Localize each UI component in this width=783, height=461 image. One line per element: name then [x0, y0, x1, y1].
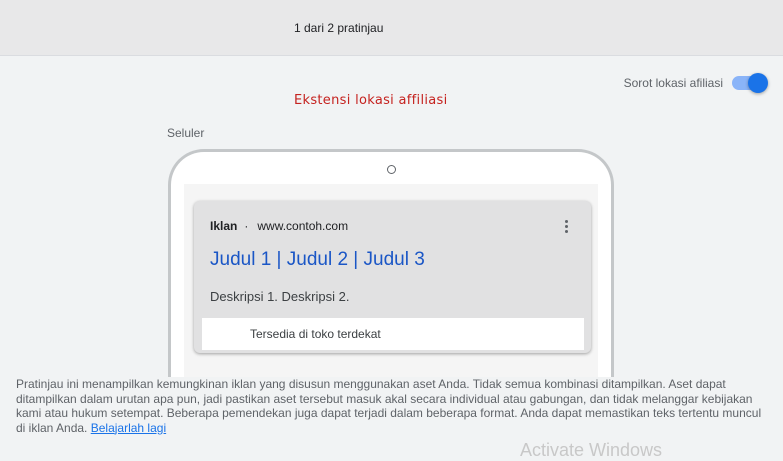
toggle-knob — [748, 73, 768, 93]
highlight-affiliate-toggle-row: Sorot lokasi afiliasi — [623, 72, 768, 94]
preview-count: 1 dari 2 pratinjau — [294, 21, 384, 35]
ad-badge: Iklan — [210, 219, 238, 233]
highlight-affiliate-toggle[interactable] — [732, 72, 768, 94]
camera-icon — [387, 165, 396, 174]
device-label: Seluler — [167, 126, 205, 140]
learn-more-link[interactable]: Belajarlah lagi — [91, 421, 166, 435]
preview-disclaimer: Pratinjau ini menampilkan kemungkinan ik… — [16, 377, 768, 435]
ad-headline: Judul 1 | Judul 2 | Judul 3 — [210, 249, 425, 270]
extension-annotation: Ekstensi lokasi affiliasi — [294, 93, 448, 108]
highlight-affiliate-label: Sorot lokasi afiliasi — [623, 76, 723, 90]
more-options-icon[interactable] — [565, 220, 569, 234]
ad-preview-card: Iklan · www.contoh.com Judul 1 | Judul 2 |… — [194, 201, 591, 353]
phone-frame: Iklan · www.contoh.com Judul 1 | Judul 2 |… — [168, 149, 614, 424]
ad-description: Deskripsi 1. Deskripsi 2. — [210, 289, 350, 304]
ad-display-url: www.contoh.com — [257, 219, 349, 233]
ad-separator: · — [244, 219, 249, 233]
location-extension: Tersedia di toko terdekat — [202, 318, 584, 350]
ad-header: Iklan · www.contoh.com — [210, 219, 348, 233]
preview-header: 1 dari 2 pratinjau — [0, 0, 783, 56]
